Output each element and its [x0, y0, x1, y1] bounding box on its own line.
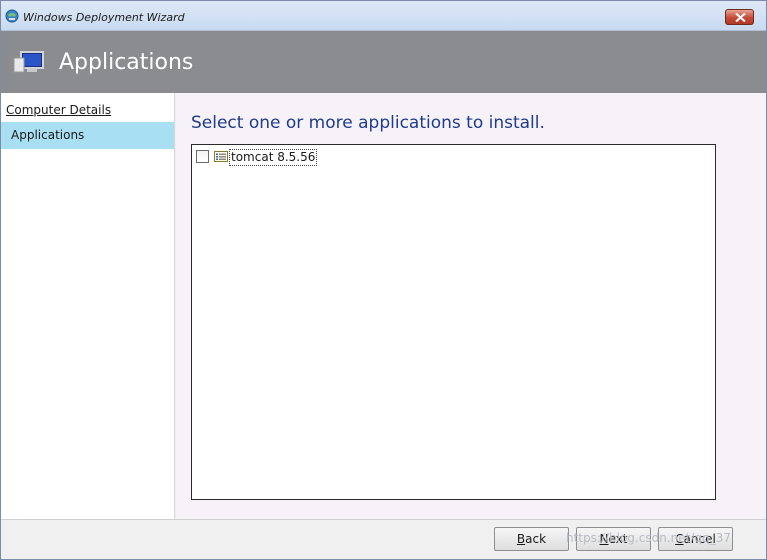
page-header: Applications: [1, 31, 766, 93]
application-checkbox[interactable]: [196, 150, 209, 163]
wizard-app-icon: [5, 9, 19, 23]
instruction-heading: Select one or more applications to insta…: [191, 113, 545, 133]
sidebar-item-applications[interactable]: Applications: [1, 122, 174, 149]
application-label[interactable]: tomcat 8.5.56: [229, 149, 318, 166]
application-list[interactable]: tomcat 8.5.56: [191, 144, 716, 500]
sidebar-item-computer-details[interactable]: Computer Details: [1, 97, 174, 124]
back-button[interactable]: Back: [494, 527, 569, 551]
sidebar-item-label: Computer Details: [6, 103, 112, 117]
close-icon: [735, 13, 746, 22]
page-title: Applications: [59, 50, 194, 75]
main-panel: Select one or more applications to insta…: [176, 93, 766, 519]
close-button[interactable]: [725, 9, 754, 25]
application-list-icon: [214, 151, 228, 162]
title-bar[interactable]: Windows Deployment Wizard: [1, 1, 766, 31]
sidebar-item-label: Applications: [11, 128, 85, 142]
wizard-window: Windows Deployment Wizard Applications C…: [0, 0, 767, 560]
back-button-accesskey: B: [516, 532, 526, 546]
window-title: Windows Deployment Wizard: [23, 11, 185, 24]
back-button-label: ack: [525, 532, 547, 546]
computer-monitor-icon: [13, 51, 44, 73]
wizard-sidebar: Computer Details Applications: [1, 93, 175, 519]
watermark: https://blog.csdn.net/qq_37: [566, 531, 731, 545]
